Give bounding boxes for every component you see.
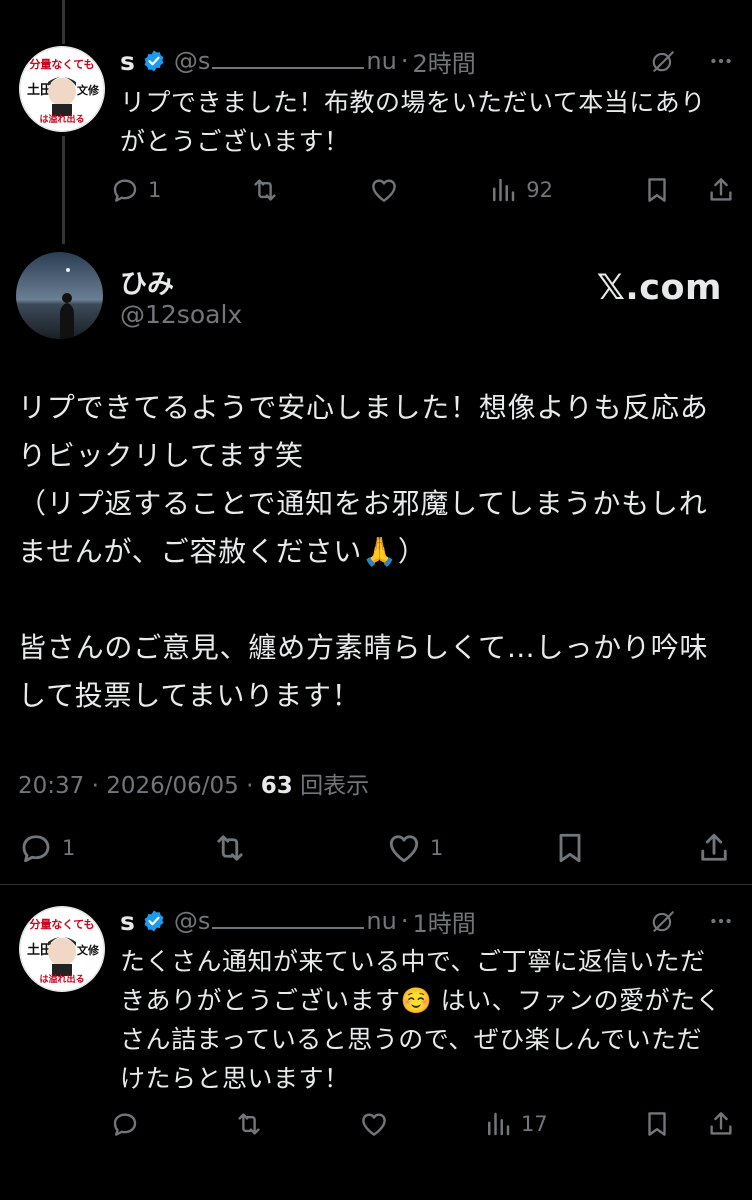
bookmark-button[interactable]	[552, 830, 588, 866]
reply2-header: s @s nu · 1時間	[120, 904, 476, 938]
views-label: 回表示	[300, 773, 370, 799]
bookmark-button[interactable]	[642, 175, 736, 205]
main-avatar[interactable]	[16, 252, 103, 339]
reply-count: 1	[148, 178, 162, 202]
views-count: 92	[526, 178, 554, 202]
section-divider	[0, 884, 752, 885]
like-icon	[361, 1113, 386, 1136]
main-action-bar: 1 1	[18, 826, 732, 870]
reply1-text: リプできました！布教の場をいただいて本当にありがとうございます！	[120, 88, 706, 156]
reply-button[interactable]: 1	[110, 175, 161, 205]
views-icon	[493, 178, 515, 202]
retweet-icon	[254, 179, 276, 201]
reply1-action-bar: 1 92	[110, 170, 736, 210]
main-author-name[interactable]: ひみ	[120, 262, 174, 301]
main-post-text: リプできてるようで安心しました！想像よりも反応ありビックリしてます笑 （リプ返す…	[18, 391, 709, 712]
reply-button[interactable]	[110, 1109, 140, 1139]
handle-redaction	[212, 47, 365, 69]
avatar-text-line3: 文修	[77, 943, 100, 957]
share-icon[interactable]	[706, 175, 736, 205]
reply-icon	[113, 1113, 137, 1136]
separator-dot: ·	[246, 773, 261, 799]
reply-icon	[22, 835, 50, 863]
avatar-text-line1: 分量なくても	[29, 917, 94, 931]
post-time[interactable]: 20:37	[18, 773, 84, 799]
bookmark-icon	[648, 178, 666, 202]
avatar-text-line3: 文修	[77, 83, 100, 97]
post-meta: 20:37 · 2026/06/05 · 63 回表示	[18, 766, 369, 800]
like-count: 1	[430, 836, 444, 860]
more-icon[interactable]	[708, 908, 734, 934]
retweet-button[interactable]	[212, 830, 248, 866]
thread-line-mid	[62, 136, 65, 244]
reply-count: 1	[62, 836, 76, 860]
reply1-top-icons	[650, 48, 734, 74]
retweet-icon	[217, 835, 243, 861]
separator-dot: ·	[91, 773, 107, 799]
main-author-handle[interactable]: @12soalx	[120, 300, 242, 329]
retweet-button[interactable]	[250, 175, 280, 205]
post-date[interactable]: 2026/06/05	[106, 773, 239, 799]
author-name[interactable]: s	[120, 907, 135, 936]
reply1-header: s @s nu · 2時間	[120, 44, 476, 78]
x-com-watermark: 𝕏.com	[596, 268, 722, 308]
like-icon	[389, 835, 419, 863]
author-handle[interactable]: @s nu	[174, 47, 397, 75]
handle-redaction	[212, 907, 365, 929]
share-button[interactable]	[696, 830, 732, 866]
views-button[interactable]: 92	[488, 175, 553, 205]
post-time[interactable]: 2時間	[412, 44, 475, 79]
verified-badge-icon	[144, 910, 164, 932]
avatar[interactable]: 分量なくても 土田 文修 は溢れ出る	[19, 46, 105, 132]
views-icon	[487, 1112, 510, 1136]
author-name[interactable]: s	[120, 47, 135, 76]
reply-icon	[113, 179, 137, 202]
bookmark-icon	[559, 833, 581, 863]
avatar-text-line4: は溢れ出る	[39, 973, 84, 985]
views-count: 63	[260, 773, 293, 799]
post-time[interactable]: 1時間	[412, 904, 475, 939]
more-icon[interactable]	[708, 48, 734, 74]
avatar-text-line1: 分量なくても	[29, 57, 94, 71]
retweet-button[interactable]	[234, 1109, 264, 1139]
thread-line-top	[62, 0, 65, 44]
views-button[interactable]: 17	[483, 1109, 548, 1139]
grok-icon[interactable]	[650, 48, 676, 74]
grok-icon[interactable]	[650, 908, 676, 934]
share-icon	[701, 833, 727, 861]
retweet-icon	[238, 1113, 260, 1135]
like-button[interactable]	[359, 1109, 389, 1139]
author-handle[interactable]: @s nu	[174, 907, 397, 935]
avatar[interactable]: 分量なくても 土田 文修 は溢れ出る	[19, 906, 105, 992]
reply2-text: たくさん通知が来ている中で、ご丁寧に返信いただきありがとうございます☺️ はい、…	[120, 947, 722, 1093]
verified-badge-icon	[144, 50, 164, 72]
reply2-action-bar: 17	[110, 1104, 736, 1144]
reply-button[interactable]: 1	[18, 830, 75, 866]
separator-dot: ·	[400, 47, 409, 75]
bookmark-button[interactable]	[642, 1109, 736, 1139]
separator-dot: ·	[400, 907, 409, 935]
avatar-text-line4: は溢れ出る	[39, 113, 84, 125]
reply2-top-icons	[650, 908, 734, 934]
like-button[interactable]: 1	[386, 830, 443, 866]
like-button[interactable]	[369, 175, 399, 205]
like-icon	[372, 179, 397, 202]
share-icon[interactable]	[706, 1109, 736, 1139]
views-count: 17	[520, 1112, 548, 1136]
bookmark-icon	[648, 1112, 666, 1136]
